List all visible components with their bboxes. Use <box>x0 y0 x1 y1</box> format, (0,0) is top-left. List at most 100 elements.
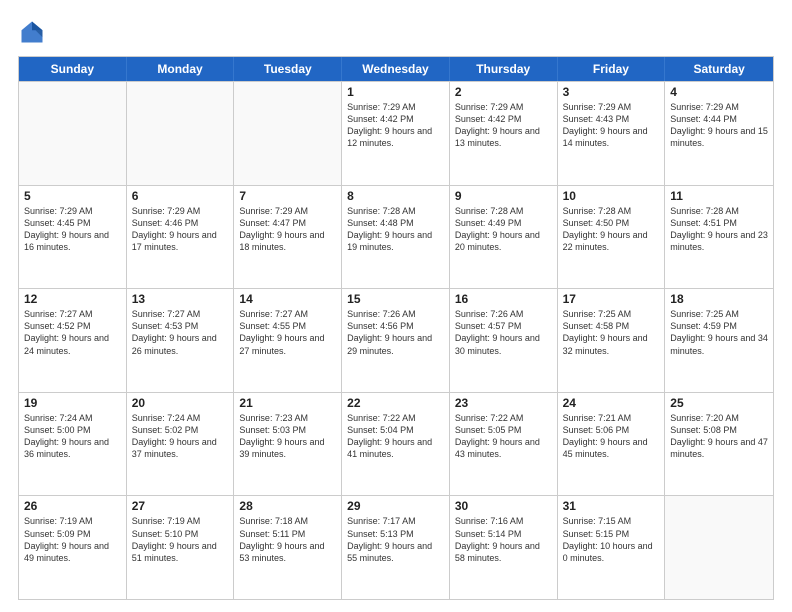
cell-info: Sunrise: 7:17 AM Sunset: 5:13 PM Dayligh… <box>347 515 444 564</box>
calendar-cell: 28 Sunrise: 7:18 AM Sunset: 5:11 PM Dayli… <box>234 496 342 599</box>
cell-info: Sunrise: 7:22 AM Sunset: 5:04 PM Dayligh… <box>347 412 444 461</box>
calendar-cell: 30 Sunrise: 7:16 AM Sunset: 5:14 PM Dayli… <box>450 496 558 599</box>
calendar-cell: 27Sunrise: 7:19 AM Sunset: 5:10 PM Dayli… <box>127 496 235 599</box>
cell-info: Sunrise: 7:29 AM Sunset: 4:42 PM Dayligh… <box>347 101 444 150</box>
cell-info: Sunrise: 7:22 AM Sunset: 5:05 PM Dayligh… <box>455 412 552 461</box>
day-number: 7 <box>239 189 336 203</box>
calendar-cell: 26Sunrise: 7:19 AM Sunset: 5:09 PM Dayli… <box>19 496 127 599</box>
calendar-body: 1Sunrise: 7:29 AM Sunset: 4:42 PM Daylig… <box>19 81 773 599</box>
day-number: 4 <box>670 85 768 99</box>
calendar-cell: 3 Sunrise: 7:29 AM Sunset: 4:43 PM Daylig… <box>558 82 666 185</box>
calendar-cell: 1Sunrise: 7:29 AM Sunset: 4:42 PM Daylig… <box>342 82 450 185</box>
calendar-cell: 8 Sunrise: 7:28 AM Sunset: 4:48 PM Daylig… <box>342 186 450 289</box>
calendar-cell: 16 Sunrise: 7:26 AM Sunset: 4:57 PM Dayli… <box>450 289 558 392</box>
calendar-cell: 31Sunrise: 7:15 AM Sunset: 5:15 PM Dayli… <box>558 496 666 599</box>
day-number: 20 <box>132 396 229 410</box>
cell-info: Sunrise: 7:25 AM Sunset: 4:59 PM Dayligh… <box>670 308 768 357</box>
day-number: 2 <box>455 85 552 99</box>
calendar-row: 12 Sunrise: 7:27 AM Sunset: 4:52 PM Dayli… <box>19 288 773 392</box>
cell-info: Sunrise: 7:29 AM Sunset: 4:46 PM Dayligh… <box>132 205 229 254</box>
calendar-cell: 5 Sunrise: 7:29 AM Sunset: 4:45 PM Daylig… <box>19 186 127 289</box>
day-number: 23 <box>455 396 552 410</box>
calendar: SundayMondayTuesdayWednesdayThursdayFrid… <box>18 56 774 600</box>
calendar-cell <box>234 82 342 185</box>
calendar-cell: 7 Sunrise: 7:29 AM Sunset: 4:47 PM Daylig… <box>234 186 342 289</box>
day-number: 25 <box>670 396 768 410</box>
calendar-header-cell: Tuesday <box>234 57 342 81</box>
cell-info: Sunrise: 7:29 AM Sunset: 4:45 PM Dayligh… <box>24 205 121 254</box>
calendar-cell: 13 Sunrise: 7:27 AM Sunset: 4:53 PM Dayli… <box>127 289 235 392</box>
cell-info: Sunrise: 7:28 AM Sunset: 4:49 PM Dayligh… <box>455 205 552 254</box>
cell-info: Sunrise: 7:29 AM Sunset: 4:42 PM Dayligh… <box>455 101 552 150</box>
calendar-cell: 23 Sunrise: 7:22 AM Sunset: 5:05 PM Dayli… <box>450 393 558 496</box>
day-number: 19 <box>24 396 121 410</box>
day-number: 12 <box>24 292 121 306</box>
cell-info: Sunrise: 7:25 AM Sunset: 4:58 PM Dayligh… <box>563 308 660 357</box>
calendar-cell: 12 Sunrise: 7:27 AM Sunset: 4:52 PM Dayli… <box>19 289 127 392</box>
calendar-cell: 18 Sunrise: 7:25 AM Sunset: 4:59 PM Dayli… <box>665 289 773 392</box>
calendar-cell <box>665 496 773 599</box>
calendar-cell: 11 Sunrise: 7:28 AM Sunset: 4:51 PM Dayli… <box>665 186 773 289</box>
calendar-cell: 29 Sunrise: 7:17 AM Sunset: 5:13 PM Dayli… <box>342 496 450 599</box>
cell-info: Sunrise: 7:24 AM Sunset: 5:02 PM Dayligh… <box>132 412 229 461</box>
day-number: 30 <box>455 499 552 513</box>
calendar-header-cell: Monday <box>127 57 235 81</box>
cell-info: Sunrise: 7:21 AM Sunset: 5:06 PM Dayligh… <box>563 412 660 461</box>
cell-info: Sunrise: 7:29 AM Sunset: 4:44 PM Dayligh… <box>670 101 768 150</box>
calendar-row: 26Sunrise: 7:19 AM Sunset: 5:09 PM Dayli… <box>19 495 773 599</box>
calendar-cell: 21Sunrise: 7:23 AM Sunset: 5:03 PM Dayli… <box>234 393 342 496</box>
day-number: 28 <box>239 499 336 513</box>
day-number: 9 <box>455 189 552 203</box>
day-number: 10 <box>563 189 660 203</box>
cell-info: Sunrise: 7:26 AM Sunset: 4:57 PM Dayligh… <box>455 308 552 357</box>
calendar-cell: 10 Sunrise: 7:28 AM Sunset: 4:50 PM Dayli… <box>558 186 666 289</box>
cell-info: Sunrise: 7:18 AM Sunset: 5:11 PM Dayligh… <box>239 515 336 564</box>
day-number: 24 <box>563 396 660 410</box>
calendar-row: 19Sunrise: 7:24 AM Sunset: 5:00 PM Dayli… <box>19 392 773 496</box>
day-number: 5 <box>24 189 121 203</box>
header <box>18 18 774 46</box>
cell-info: Sunrise: 7:28 AM Sunset: 4:50 PM Dayligh… <box>563 205 660 254</box>
calendar-cell <box>19 82 127 185</box>
calendar-cell: 19Sunrise: 7:24 AM Sunset: 5:00 PM Dayli… <box>19 393 127 496</box>
cell-info: Sunrise: 7:28 AM Sunset: 4:51 PM Dayligh… <box>670 205 768 254</box>
cell-info: Sunrise: 7:29 AM Sunset: 4:43 PM Dayligh… <box>563 101 660 150</box>
day-number: 14 <box>239 292 336 306</box>
calendar-header-cell: Saturday <box>665 57 773 81</box>
day-number: 29 <box>347 499 444 513</box>
logo-icon <box>18 18 46 46</box>
calendar-header-cell: Friday <box>558 57 666 81</box>
day-number: 13 <box>132 292 229 306</box>
calendar-header-row: SundayMondayTuesdayWednesdayThursdayFrid… <box>19 57 773 81</box>
cell-info: Sunrise: 7:27 AM Sunset: 4:53 PM Dayligh… <box>132 308 229 357</box>
day-number: 15 <box>347 292 444 306</box>
day-number: 3 <box>563 85 660 99</box>
page: SundayMondayTuesdayWednesdayThursdayFrid… <box>0 0 792 612</box>
cell-info: Sunrise: 7:28 AM Sunset: 4:48 PM Dayligh… <box>347 205 444 254</box>
logo <box>18 18 50 46</box>
cell-info: Sunrise: 7:29 AM Sunset: 4:47 PM Dayligh… <box>239 205 336 254</box>
calendar-cell: 2 Sunrise: 7:29 AM Sunset: 4:42 PM Daylig… <box>450 82 558 185</box>
day-number: 11 <box>670 189 768 203</box>
day-number: 6 <box>132 189 229 203</box>
calendar-cell: 6 Sunrise: 7:29 AM Sunset: 4:46 PM Daylig… <box>127 186 235 289</box>
day-number: 22 <box>347 396 444 410</box>
day-number: 18 <box>670 292 768 306</box>
calendar-cell: 25Sunrise: 7:20 AM Sunset: 5:08 PM Dayli… <box>665 393 773 496</box>
cell-info: Sunrise: 7:27 AM Sunset: 4:52 PM Dayligh… <box>24 308 121 357</box>
calendar-cell <box>127 82 235 185</box>
cell-info: Sunrise: 7:27 AM Sunset: 4:55 PM Dayligh… <box>239 308 336 357</box>
day-number: 8 <box>347 189 444 203</box>
calendar-cell: 20 Sunrise: 7:24 AM Sunset: 5:02 PM Dayli… <box>127 393 235 496</box>
calendar-header-cell: Wednesday <box>342 57 450 81</box>
calendar-cell: 9 Sunrise: 7:28 AM Sunset: 4:49 PM Daylig… <box>450 186 558 289</box>
calendar-cell: 17Sunrise: 7:25 AM Sunset: 4:58 PM Dayli… <box>558 289 666 392</box>
calendar-cell: 22 Sunrise: 7:22 AM Sunset: 5:04 PM Dayli… <box>342 393 450 496</box>
cell-info: Sunrise: 7:15 AM Sunset: 5:15 PM Dayligh… <box>563 515 660 564</box>
calendar-cell: 24 Sunrise: 7:21 AM Sunset: 5:06 PM Dayli… <box>558 393 666 496</box>
cell-info: Sunrise: 7:16 AM Sunset: 5:14 PM Dayligh… <box>455 515 552 564</box>
cell-info: Sunrise: 7:26 AM Sunset: 4:56 PM Dayligh… <box>347 308 444 357</box>
calendar-row: 5 Sunrise: 7:29 AM Sunset: 4:45 PM Daylig… <box>19 185 773 289</box>
cell-info: Sunrise: 7:19 AM Sunset: 5:09 PM Dayligh… <box>24 515 121 564</box>
day-number: 16 <box>455 292 552 306</box>
